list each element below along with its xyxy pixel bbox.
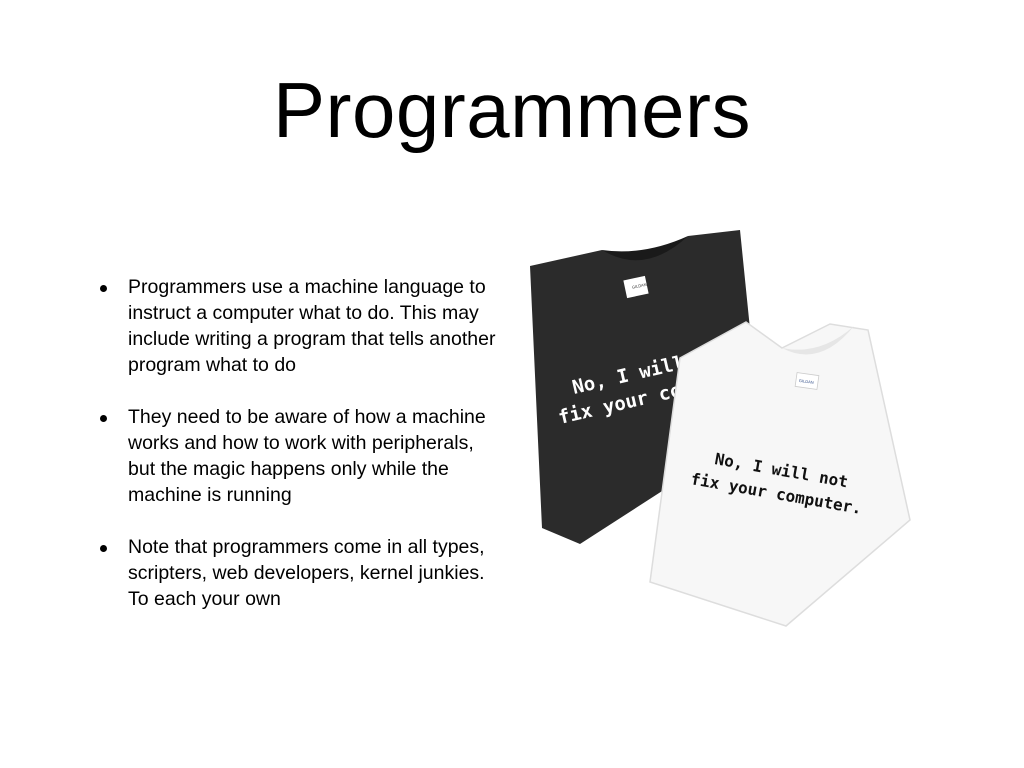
white-tshirt: GILDAN No, I will not fix your computer. — [649, 321, 911, 627]
bullet-text: Programmers use a machine language to in… — [128, 276, 496, 376]
bullet-list: Programmers use a machine language to in… — [100, 274, 500, 638]
bullet-text: They need to be aware of how a machine w… — [128, 406, 486, 506]
bullet-item: Note that programmers come in all types,… — [100, 534, 500, 612]
slide: Programmers Programmers use a machine la… — [0, 0, 1024, 768]
bullet-dot-icon — [100, 545, 107, 552]
bullet-item: They need to be aware of how a machine w… — [100, 404, 500, 508]
bullet-text: Note that programmers come in all types,… — [128, 536, 485, 610]
bullet-dot-icon — [100, 415, 107, 422]
bullet-dot-icon — [100, 285, 107, 292]
tshirts-photo: GILDAN No, I will no fix your compu GILD… — [530, 230, 911, 627]
bullet-item: Programmers use a machine language to in… — [100, 274, 500, 378]
slide-title: Programmers — [273, 66, 751, 154]
